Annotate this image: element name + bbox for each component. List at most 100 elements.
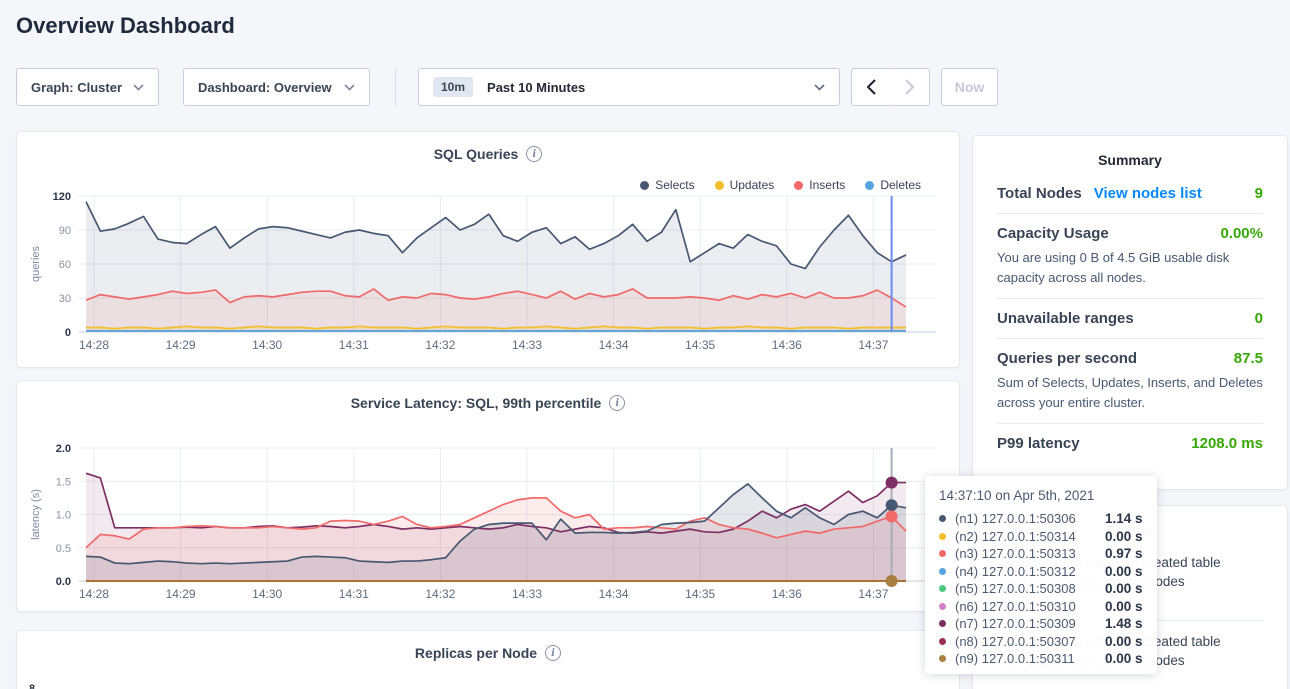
svg-text:14:30: 14:30 — [252, 338, 282, 352]
tooltip-node-address: (n1) 127.0.0.1:50306 — [955, 511, 1105, 526]
replicas-axis-label-partial: 8 — [29, 683, 41, 689]
svg-text:14:28: 14:28 — [79, 338, 109, 352]
svg-text:0.5: 0.5 — [56, 543, 71, 555]
replicas-title: Replicas per Node — [415, 645, 537, 661]
svg-text:60: 60 — [59, 259, 71, 271]
sql-queries-chart[interactable]: 0 30 60 90 120 14:28 14:29 14:30 14:31 14:32 14:33… — [17, 188, 961, 368]
tooltip-node-value: 1.48 s — [1105, 616, 1143, 631]
tooltip-node-address: (n9) 127.0.0.1:50311 — [955, 651, 1105, 666]
tooltip-node-address: (n6) 127.0.0.1:50310 — [955, 599, 1105, 614]
svg-text:14:31: 14:31 — [339, 338, 369, 352]
svg-text:14:34: 14:34 — [599, 587, 629, 601]
replicas-card: Replicas per Node i 8 — [16, 630, 960, 689]
svg-text:14:29: 14:29 — [166, 587, 196, 601]
tooltip-node-row: (n4) 127.0.0.1:503120.00 s — [939, 563, 1143, 581]
time-range-badge: 10m — [433, 77, 473, 97]
node-color-dot — [939, 603, 946, 610]
summary-item: Total NodesView nodes list9 — [997, 174, 1263, 213]
svg-text:1.0: 1.0 — [56, 510, 71, 522]
svg-text:14:36: 14:36 — [772, 587, 802, 601]
tooltip-node-row: (n3) 127.0.0.1:503130.97 s — [939, 545, 1143, 563]
tooltip-node-address: (n3) 127.0.0.1:50313 — [955, 546, 1105, 561]
sql-queries-title: SQL Queries — [434, 146, 519, 162]
sql-queries-card: SQL Queries i SelectsUpdatesInsertsDelet… — [16, 131, 960, 368]
chevron-right-icon — [905, 79, 914, 95]
service-latency-chart[interactable]: 0.00.51.01.52.014:2814:2914:3014:3114:32… — [17, 437, 961, 613]
time-range-label: Past 10 Minutes — [487, 80, 585, 95]
summary-value: 87.5 — [1234, 350, 1263, 367]
tooltip-node-row: (n2) 127.0.0.1:503140.00 s — [939, 528, 1143, 546]
summary-item: Unavailable ranges0 — [997, 298, 1263, 338]
chevron-down-icon — [133, 84, 144, 91]
tooltip-node-address: (n7) 127.0.0.1:50309 — [955, 616, 1105, 631]
svg-text:90: 90 — [59, 225, 71, 237]
dashboard-dropdown[interactable]: Dashboard: Overview — [183, 68, 370, 106]
tooltip-node-value: 0.00 s — [1105, 634, 1143, 649]
overview-dashboard-page: Overview Dashboard Graph: Cluster Dashbo… — [0, 0, 1290, 689]
summary-label: Queries per second — [997, 350, 1137, 367]
chevron-left-icon — [867, 79, 876, 95]
summary-item: P99 latency1208.0 ms — [997, 423, 1263, 463]
next-timeframe-button[interactable] — [890, 68, 930, 106]
svg-text:120: 120 — [53, 191, 71, 203]
tooltip-node-row: (n5) 127.0.0.1:503080.00 s — [939, 580, 1143, 598]
graph-scope-dropdown[interactable]: Graph: Cluster — [16, 68, 159, 106]
svg-text:14:37: 14:37 — [858, 338, 888, 352]
svg-text:14:32: 14:32 — [425, 338, 455, 352]
tooltip-node-value: 0.00 s — [1105, 651, 1143, 666]
node-color-dot — [939, 533, 946, 540]
svg-text:14:28: 14:28 — [79, 587, 109, 601]
graph-scope-label: Graph: Cluster — [31, 80, 122, 95]
svg-text:14:33: 14:33 — [512, 587, 542, 601]
svg-text:latency (s): latency (s) — [30, 489, 42, 540]
svg-text:14:31: 14:31 — [339, 587, 369, 601]
summary-value: 0 — [1255, 310, 1263, 327]
now-button[interactable]: Now — [941, 68, 998, 106]
summary-description: Sum of Selects, Updates, Inserts, and De… — [997, 373, 1263, 412]
tooltip-node-row: (n8) 127.0.0.1:503070.00 s — [939, 633, 1143, 651]
time-range-dropdown[interactable]: 10m Past 10 Minutes — [418, 68, 840, 106]
tooltip-node-value: 1.14 s — [1105, 511, 1143, 526]
summary-value: 9 — [1255, 185, 1263, 202]
prev-timeframe-button[interactable] — [851, 68, 891, 106]
summary-title: Summary — [973, 136, 1287, 168]
svg-text:14:35: 14:35 — [685, 338, 715, 352]
svg-text:14:36: 14:36 — [772, 338, 802, 352]
svg-text:0.0: 0.0 — [56, 576, 71, 588]
svg-text:0: 0 — [65, 327, 71, 339]
node-color-dot — [939, 550, 946, 557]
tooltip-node-row: (n1) 127.0.0.1:503061.14 s — [939, 510, 1143, 528]
summary-value: 0.00% — [1220, 225, 1263, 242]
svg-text:14:29: 14:29 — [166, 338, 196, 352]
tooltip-node-row: (n9) 127.0.0.1:503110.00 s — [939, 650, 1143, 668]
node-color-dot — [939, 515, 946, 522]
view-nodes-list-link[interactable]: View nodes list — [1094, 185, 1202, 202]
tooltip-timestamp: 14:37:10 on Apr 5th, 2021 — [939, 488, 1143, 503]
svg-text:30: 30 — [59, 293, 71, 305]
svg-text:1.5: 1.5 — [56, 476, 71, 488]
info-icon[interactable]: i — [609, 395, 625, 411]
chevron-down-icon — [344, 84, 355, 91]
summary-item: Capacity Usage0.00%You are using 0 B of … — [997, 213, 1263, 298]
info-icon[interactable]: i — [526, 146, 542, 162]
node-color-dot — [939, 638, 946, 645]
node-color-dot — [939, 620, 946, 627]
page-title: Overview Dashboard — [16, 13, 235, 39]
summary-item: Queries per second 87.5 Sum of Selects, Up… — [997, 338, 1263, 423]
tooltip-node-row: (n6) 127.0.0.1:503100.00 s — [939, 598, 1143, 616]
svg-text:14:30: 14:30 — [252, 587, 282, 601]
chart-hover-tooltip: 14:37:10 on Apr 5th, 2021 (n1) 127.0.0.1… — [925, 476, 1157, 674]
tooltip-node-value: 0.00 s — [1105, 564, 1143, 579]
dashboard-label: Dashboard: Overview — [198, 80, 332, 95]
summary-label: Capacity Usage — [997, 225, 1109, 242]
service-latency-title: Service Latency: SQL, 99th percentile — [351, 395, 602, 411]
svg-text:14:33: 14:33 — [512, 338, 542, 352]
info-icon[interactable]: i — [545, 645, 561, 661]
tooltip-node-value: 0.00 s — [1105, 581, 1143, 596]
tooltip-node-address: (n8) 127.0.0.1:50307 — [955, 634, 1105, 649]
node-color-dot — [939, 585, 946, 592]
tooltip-node-address: (n2) 127.0.0.1:50314 — [955, 529, 1105, 544]
svg-text:2.0: 2.0 — [56, 443, 71, 455]
svg-text:14:37: 14:37 — [858, 587, 888, 601]
node-color-dot — [939, 568, 946, 575]
